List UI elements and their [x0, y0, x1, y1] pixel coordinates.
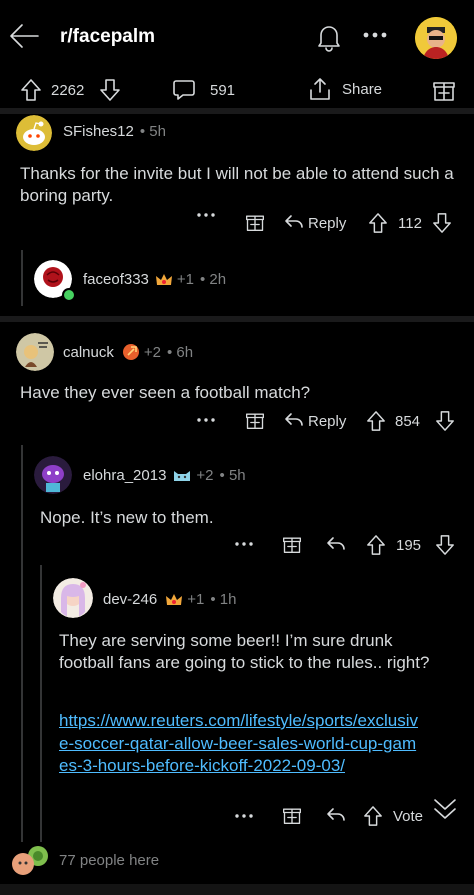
- downvote-icon[interactable]: [435, 534, 455, 556]
- reply-icon[interactable]: [326, 806, 346, 824]
- more-options-icon[interactable]: [196, 417, 216, 423]
- award-count: +1: [176, 271, 194, 288]
- award-gift-icon[interactable]: [245, 212, 265, 232]
- upvote-icon[interactable]: [366, 410, 386, 432]
- downvote-icon[interactable]: [435, 410, 455, 432]
- upvote-icon[interactable]: [366, 534, 386, 556]
- more-options-icon[interactable]: [362, 30, 390, 40]
- post-action-bar: 2262 591 Share: [0, 70, 474, 108]
- award-gift-icon[interactable]: [282, 534, 302, 554]
- award-crown-icon: [165, 592, 183, 608]
- more-options-icon[interactable]: [234, 541, 254, 547]
- collapse-thread-icon[interactable]: [432, 796, 458, 822]
- bottom-edge: [0, 884, 474, 895]
- back-arrow-icon[interactable]: [8, 22, 40, 50]
- reply-button[interactable]: Reply: [308, 413, 346, 430]
- comment-header: dev-246 +1 • 1h: [103, 591, 236, 608]
- comment-header: calnuck +2 • 6h: [63, 343, 193, 361]
- upvote-icon[interactable]: [20, 78, 42, 102]
- vote-label: Vote: [393, 808, 424, 825]
- comment-score: 195: [396, 537, 422, 554]
- article-link[interactable]: https://www.reuters.com/lifestyle/sports…: [59, 711, 418, 775]
- upvote-icon[interactable]: [368, 212, 388, 234]
- bell-icon[interactable]: [314, 22, 344, 52]
- avatar[interactable]: [53, 578, 93, 618]
- avatar[interactable]: [16, 115, 52, 151]
- comment-body: Have they ever seen a football match?: [20, 383, 311, 402]
- thread-line: [21, 250, 23, 306]
- comment-icon[interactable]: [172, 78, 196, 102]
- comment-time: • 2h: [200, 271, 227, 288]
- post-score: 2262: [51, 82, 85, 99]
- subreddit-title[interactable]: r/facepalm: [60, 26, 155, 48]
- presence-avatars-icon: [10, 845, 50, 877]
- share-icon[interactable]: [308, 76, 332, 102]
- reply-icon[interactable]: [326, 535, 346, 553]
- more-options-icon[interactable]: [196, 212, 216, 218]
- award-gift-icon[interactable]: [245, 410, 265, 430]
- award-count: +2: [196, 467, 214, 484]
- username[interactable]: faceof333: [83, 271, 149, 288]
- comment-time: • 5h: [219, 467, 246, 484]
- award-count: +2: [143, 343, 161, 361]
- comment-body: They are serving some beer!! I’m sure dr…: [59, 631, 430, 672]
- comment-count: 591: [210, 82, 236, 99]
- comment-body: Thanks for the invite but I will not be …: [20, 164, 454, 205]
- comment-time: • 6h: [166, 343, 194, 361]
- reply-icon[interactable]: [284, 411, 304, 429]
- award-crown-icon: [155, 272, 173, 288]
- comment-header: elohra_2013 +2 • 5h: [83, 467, 246, 484]
- comment-header: faceof333 +1 • 2h: [83, 271, 226, 288]
- comment-link-wrap: https://www.reuters.com/lifestyle/sports…: [59, 710, 419, 778]
- avatar[interactable]: [16, 333, 54, 371]
- user-avatar[interactable]: [415, 17, 457, 59]
- divider: [0, 108, 474, 114]
- award-cat-icon: [172, 468, 192, 484]
- reply-icon[interactable]: [284, 213, 304, 231]
- username[interactable]: calnuck: [63, 344, 114, 361]
- avatar[interactable]: [34, 456, 72, 494]
- presence-text: 77 people here: [59, 852, 160, 869]
- reply-button[interactable]: Reply: [308, 215, 346, 232]
- online-status-badge: [62, 288, 76, 302]
- username[interactable]: dev-246: [103, 591, 157, 608]
- award-gift-icon[interactable]: [432, 78, 456, 102]
- divider: [0, 316, 474, 322]
- award-count: +1: [187, 591, 205, 608]
- comment-score: 854: [395, 413, 421, 430]
- upvote-icon[interactable]: [363, 805, 383, 827]
- comment-actions: [196, 212, 216, 218]
- comment-time: • 5h: [139, 123, 166, 140]
- comment-header: SFishes12 • 5h: [63, 123, 166, 140]
- username[interactable]: elohra_2013: [83, 467, 166, 484]
- top-bar: r/facepalm: [0, 0, 474, 70]
- comment-score: 112: [398, 215, 422, 232]
- downvote-icon[interactable]: [99, 78, 121, 102]
- award-rocket-icon: [122, 343, 140, 361]
- comment-body: Nope. It’s new to them.: [40, 508, 214, 527]
- username[interactable]: SFishes12: [63, 123, 134, 140]
- downvote-icon[interactable]: [432, 212, 452, 234]
- award-gift-icon[interactable]: [282, 805, 302, 825]
- more-options-icon[interactable]: [234, 813, 254, 819]
- thread-line: [21, 445, 23, 895]
- share-label[interactable]: Share: [342, 81, 382, 98]
- comment-time: • 1h: [210, 591, 237, 608]
